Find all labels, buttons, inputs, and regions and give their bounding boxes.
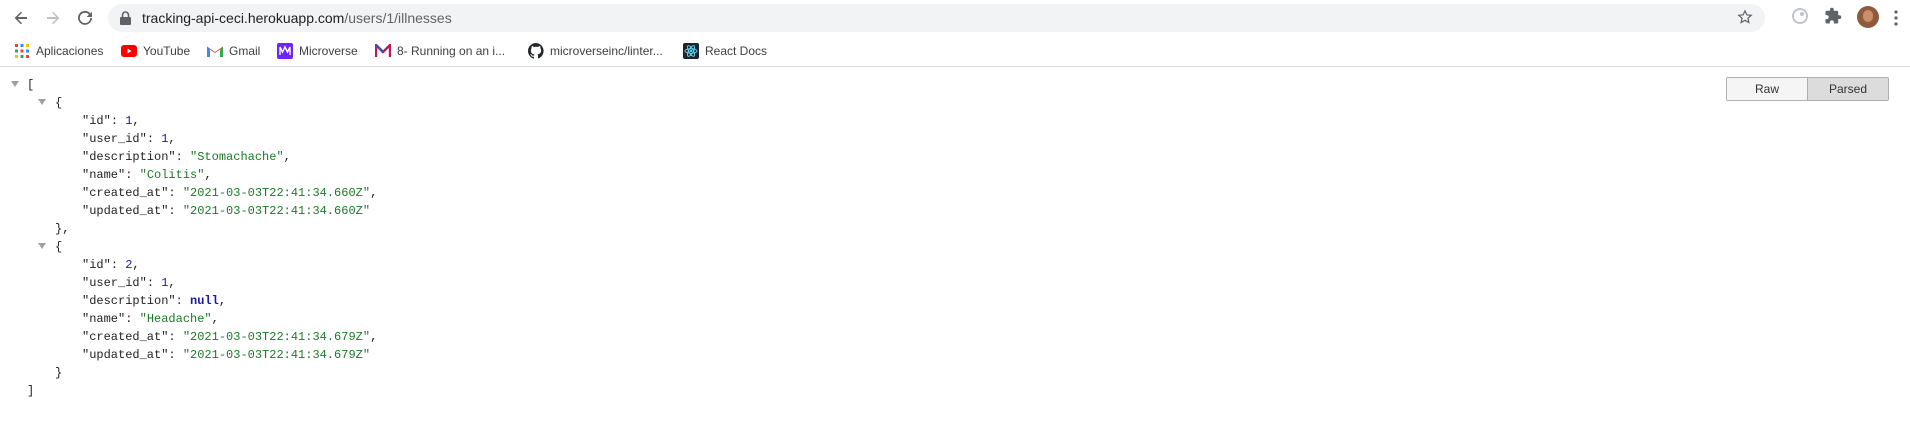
bookmark-star-icon[interactable] [1737,9,1753,25]
microverse-icon [277,43,293,59]
apps-grid-icon [14,43,30,59]
json-value: 1 [161,132,169,146]
bookmarks-bar: Aplicaciones YouTube Gmail Microverse 8-… [0,36,1910,67]
arrow-right-icon [47,11,60,25]
bookmark-label: 8- Running on an i... [397,44,506,58]
youtube-icon [121,43,137,59]
url-host: tracking-api-ceci.herokuapp.com [142,10,345,26]
json-key: "id" [82,258,111,272]
bookmark-microverse[interactable]: Microverse [277,36,358,66]
json-array-close: ] [27,384,35,398]
json-object-open: { [55,96,63,110]
bookmark-label: React Docs [705,44,768,58]
github-icon [528,43,544,59]
collapse-triangle-icon[interactable] [38,243,46,249]
json-key: "created_at" [82,186,169,200]
bookmark-label: Aplicaciones [36,44,104,58]
json-value: "Stomachache" [190,150,284,164]
lock-icon [120,11,131,25]
json-value: "2021-03-03T22:41:34.679Z" [182,348,371,362]
collapse-triangle-icon[interactable] [11,81,19,87]
json-value: "2021-03-03T22:41:34.660Z" [182,204,371,218]
json-object-close: }, [55,222,70,236]
json-value: "Headache" [139,312,212,326]
json-field-description: "description": null, [82,294,227,308]
json-field-user-id: "user_id": 1, [82,132,176,146]
bookmark-youtube[interactable]: YouTube [121,36,190,66]
json-value: 2 [125,258,133,272]
json-key: "user_id" [82,276,147,290]
bookmark-aplicaciones[interactable]: Aplicaciones [14,36,103,66]
json-object-close: } [55,366,63,380]
json-field-created-at: "created_at": "2021-03-03T22:41:34.679Z"… [82,330,378,344]
json-key: "description" [82,294,176,308]
json-field-user-id: "user_id": 1, [82,276,176,290]
json-key: "description" [82,150,176,164]
json-array-open: [ [27,78,35,92]
m-logo-icon [375,43,391,59]
json-key: "name" [82,168,126,182]
kebab-menu-icon[interactable] [1894,10,1898,26]
json-value: null [190,294,219,308]
json-field-id: "id": 1, [82,114,140,128]
json-key: "created_at" [82,330,169,344]
json-value: "Colitis" [139,168,205,182]
json-value: "2021-03-03T22:41:34.660Z" [182,186,371,200]
json-key: "id" [82,114,111,128]
json-key: "name" [82,312,126,326]
gmail-icon [207,43,223,59]
collapse-triangle-icon[interactable] [38,99,46,105]
browser-toolbar: tracking-api-ceci.herokuapp.com/users/1/… [0,0,1910,36]
react-icon [683,43,699,59]
json-field-name: "name": "Headache", [82,312,219,326]
bookmark-label: Gmail [229,44,261,58]
json-field-description: "description": "Stomachache", [82,150,291,164]
json-field-name: "name": "Colitis", [82,168,212,182]
bookmark-label: Microverse [299,44,358,58]
reload-icon [78,10,92,25]
address-bar[interactable]: tracking-api-ceci.herokuapp.com/users/1/… [108,4,1765,32]
bookmark-running-on-an[interactable]: 8- Running on an i... [375,36,505,66]
json-key: "user_id" [82,132,147,146]
json-field-updated-at: "updated_at": "2021-03-03T22:41:34.660Z" [82,204,371,218]
bookmark-label: YouTube [143,44,191,58]
forward-button[interactable] [40,5,66,31]
json-value: 1 [161,276,169,290]
json-field-created-at: "created_at": "2021-03-03T22:41:34.660Z"… [82,186,378,200]
bookmark-react-docs[interactable]: React Docs [683,36,767,66]
json-value: 1 [125,114,133,128]
json-key: "updated_at" [82,348,169,362]
json-viewer: [ { "id": 1, "user_id": 1, "description"… [0,67,1910,430]
profile-avatar[interactable] [1857,6,1879,28]
back-button[interactable] [8,5,34,31]
reload-button[interactable] [72,5,98,31]
arrow-left-icon [14,11,27,25]
bookmark-microverseinc-linter[interactable]: microverseinc/linter... [528,36,663,66]
url-path: /users/1/illnesses [344,10,452,26]
json-field-updated-at: "updated_at": "2021-03-03T22:41:34.679Z" [82,348,371,362]
json-value: "2021-03-03T22:41:34.679Z" [182,330,371,344]
extension-circle-icon[interactable] [1791,7,1809,25]
json-field-id: "id": 2, [82,258,140,272]
json-key: "updated_at" [82,204,169,218]
url-text[interactable]: tracking-api-ceci.herokuapp.com/users/1/… [142,4,452,32]
json-object-open: { [55,240,63,254]
bookmark-label: microverseinc/linter... [550,44,663,58]
puzzle-extensions-icon[interactable] [1824,7,1842,25]
bookmark-gmail[interactable]: Gmail [207,36,260,66]
